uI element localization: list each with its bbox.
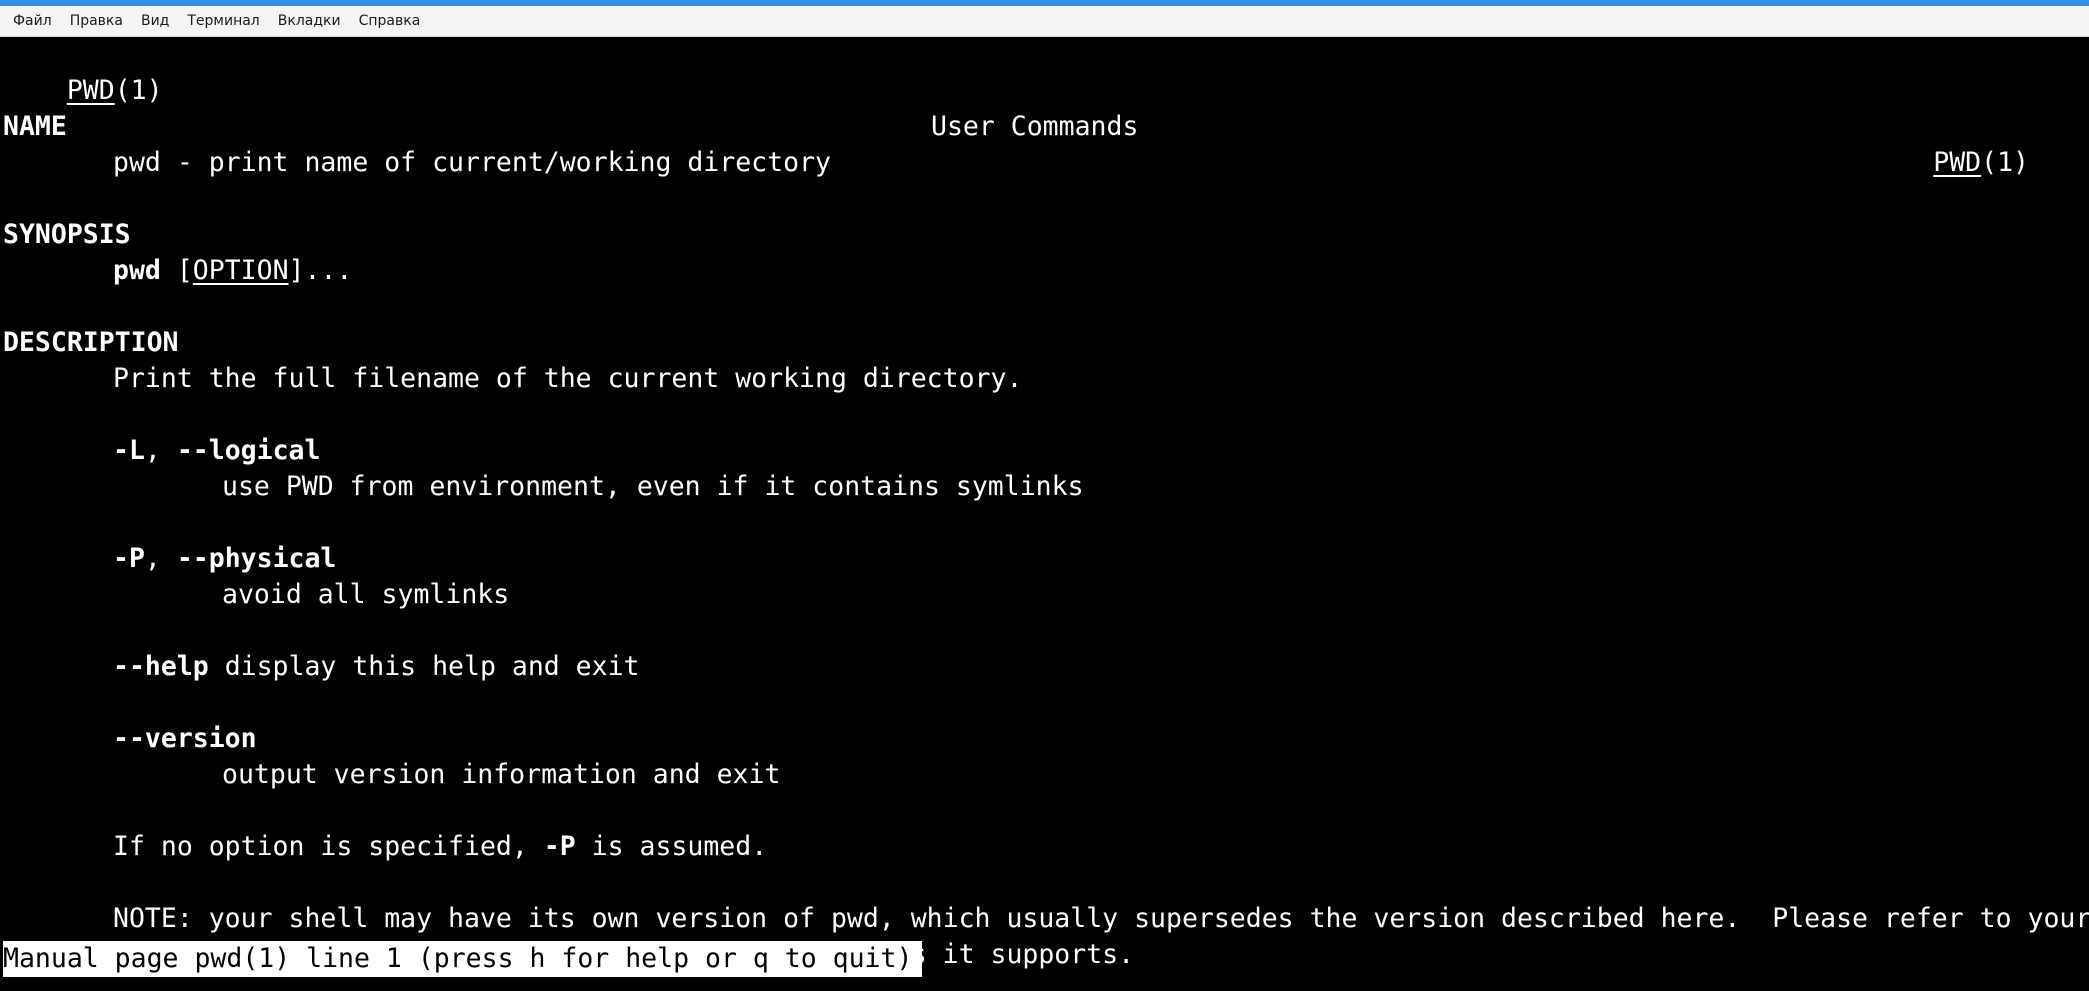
menu-tabs[interactable]: Вкладки <box>269 6 350 37</box>
man-header: PWD(1) User Commands PWD(1) <box>3 37 2059 178</box>
name-text: pwd - print name of current/working dire… <box>113 147 831 178</box>
section-name-heading: NAME <box>3 111 67 142</box>
menu-edit[interactable]: Правка <box>61 6 132 37</box>
header-left: PWD(1) <box>66 75 163 106</box>
default-option-text: If no option is specified, -P is assumed… <box>113 831 768 862</box>
option-help: --help display this help and exit <box>113 651 640 682</box>
menu-view[interactable]: Вид <box>132 6 178 37</box>
note-line-1: NOTE: your shell may have its own versio… <box>113 903 2089 934</box>
section-synopsis-heading: SYNOPSIS <box>3 219 131 250</box>
option-logical-desc: use PWD from environment, even if it con… <box>222 471 1084 502</box>
option-physical-desc: avoid all symlinks <box>222 579 510 610</box>
header-right: PWD(1) <box>1933 147 2029 178</box>
option-logical: -L, --logical <box>113 435 321 466</box>
menu-file[interactable]: Файл <box>4 6 61 37</box>
section-description-heading: DESCRIPTION <box>3 327 179 358</box>
header-center: User Commands <box>931 111 1139 142</box>
menu-bar: Файл Правка Вид Терминал Вкладки Справка <box>0 6 2089 37</box>
option-version-desc: output version information and exit <box>222 759 781 790</box>
synopsis-line: pwd [OPTION]... <box>113 255 353 286</box>
terminal-area[interactable]: PWD(1) User Commands PWD(1) NAME pwd - p… <box>0 37 2089 991</box>
option-version: --version <box>113 723 257 754</box>
option-physical: -P, --physical <box>113 543 337 574</box>
description-text: Print the full filename of the current w… <box>113 363 1023 394</box>
pager-status-bar: Manual page pwd(1) line 1 (press h for h… <box>3 941 923 977</box>
menu-help[interactable]: Справка <box>350 6 430 37</box>
menu-terminal[interactable]: Терминал <box>178 6 268 37</box>
